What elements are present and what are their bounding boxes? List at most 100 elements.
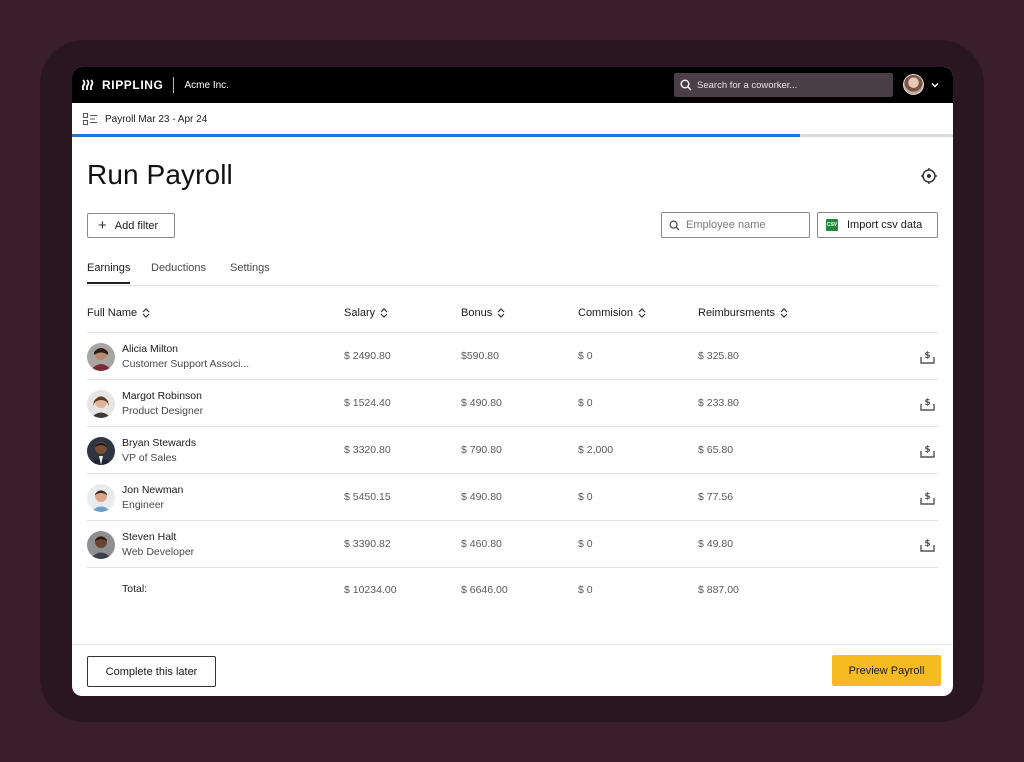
table-header: Full Name Salary Bonus Commision Reimbur…: [87, 305, 938, 333]
sort-icon: [780, 308, 788, 318]
payroll-subheader: Payroll Mar 23 - Apr 24: [72, 103, 953, 135]
csv-file-icon: CSV: [826, 219, 838, 231]
reimbursements-value: $ 65.80: [698, 444, 734, 456]
column-header-bonus[interactable]: Bonus: [461, 307, 505, 319]
payout-icon[interactable]: $: [920, 536, 935, 552]
tab-deductions[interactable]: Deductions: [151, 262, 206, 282]
chevron-down-icon[interactable]: [930, 80, 940, 90]
brand-name: RIPPLING: [102, 78, 164, 92]
sort-icon: [638, 308, 646, 318]
total-commission: $ 0: [578, 584, 593, 596]
employee-role: Web Developer: [122, 546, 195, 558]
tab-earnings[interactable]: Earnings: [87, 262, 131, 284]
employee-role: Engineer: [122, 499, 165, 511]
total-salary: $ 10234.00: [344, 584, 397, 596]
add-filter-button[interactable]: + Add filter: [87, 213, 175, 238]
table-row[interactable]: Alicia Milton Customer Support Associ...…: [87, 333, 938, 380]
total-reimbursements: $ 887.00: [698, 584, 739, 596]
employee-name: Jon Newman: [122, 484, 184, 496]
total-bonus: $ 6646.00: [461, 584, 508, 596]
column-header-full-name[interactable]: Full Name: [87, 307, 150, 319]
commission-value: $ 0: [578, 491, 593, 503]
payout-icon[interactable]: $: [920, 442, 935, 458]
svg-text:$: $: [924, 539, 930, 549]
reimbursements-value: $ 49.80: [698, 538, 734, 550]
employee-role: Product Designer: [122, 405, 204, 417]
import-csv-label: Import csv data: [847, 219, 923, 231]
complete-later-button[interactable]: Complete this later: [87, 656, 216, 687]
plus-icon: +: [98, 217, 107, 234]
salary-value: $ 1524.40: [344, 397, 391, 409]
search-icon: [680, 79, 692, 91]
employee-name: Margot Robinson: [122, 390, 202, 402]
logo-divider: [173, 77, 175, 93]
bonus-value: $590.80: [461, 350, 499, 362]
user-avatar[interactable]: [903, 74, 924, 95]
totals-row: Total: $ 10234.00 $ 6646.00 $ 0 $ 887.00: [87, 567, 938, 607]
app-window: RIPPLING Acme Inc. Payroll Mar 23 - Apr …: [72, 67, 953, 696]
payout-icon[interactable]: $: [920, 489, 935, 505]
svg-text:$: $: [924, 492, 930, 502]
payroll-progress-bar: [72, 134, 953, 137]
employee-name: Steven Halt: [122, 531, 177, 543]
column-header-label: Full Name: [87, 307, 138, 319]
payroll-progress-fill: [72, 134, 800, 137]
salary-value: $ 2490.80: [344, 350, 391, 362]
rippling-logo[interactable]: RIPPLING Acme Inc.: [82, 77, 229, 93]
avatar: [87, 390, 115, 418]
svg-text:$: $: [924, 445, 930, 455]
salary-value: $ 3320.80: [344, 444, 391, 456]
employee-search[interactable]: [661, 212, 810, 238]
company-name: Acme Inc.: [184, 79, 229, 91]
search-icon: [669, 220, 680, 231]
payout-icon[interactable]: $: [920, 395, 935, 411]
salary-value: $ 3390.82: [344, 538, 391, 550]
employee-name: Bryan Stewards: [122, 437, 197, 449]
column-header-label: Bonus: [461, 307, 493, 319]
employee-search-input[interactable]: [686, 219, 806, 231]
preview-payroll-button[interactable]: Preview Payroll: [832, 655, 941, 686]
payroll-period-label: Payroll Mar 23 - Apr 24: [105, 113, 208, 125]
employee-name: Alicia Milton: [122, 343, 179, 355]
employee-role: Customer Support Associ...: [122, 358, 250, 370]
commission-value: $ 2,000: [578, 444, 614, 456]
sort-icon: [380, 308, 388, 318]
coworker-search-input[interactable]: [697, 79, 887, 91]
bonus-value: $ 790.80: [461, 444, 502, 456]
column-header-salary[interactable]: Salary: [344, 307, 388, 319]
import-csv-button[interactable]: CSV Import csv data: [817, 212, 938, 238]
sort-icon: [497, 308, 505, 318]
commission-value: $ 0: [578, 350, 593, 362]
add-filter-label: Add filter: [114, 219, 159, 232]
column-header-label: Salary: [344, 307, 376, 319]
svg-text:$: $: [924, 351, 930, 361]
bonus-value: $ 490.80: [461, 491, 502, 503]
table-row[interactable]: Bryan Stewards VP of Sales $ 3320.80 $ 7…: [87, 427, 938, 474]
rippling-logo-icon: [82, 79, 94, 90]
footer-bar: Complete this later Preview Payroll: [72, 644, 953, 696]
table-row[interactable]: Jon Newman Engineer $ 5450.15 $ 490.80 $…: [87, 474, 938, 521]
table-row[interactable]: Steven Halt Web Developer $ 3390.82 $ 46…: [87, 521, 938, 568]
avatar: [87, 484, 115, 512]
column-header-commission[interactable]: Commision: [578, 307, 646, 319]
column-header-label: Commision: [578, 307, 634, 319]
avatar: [87, 343, 115, 371]
employee-role: VP of Sales: [122, 452, 177, 464]
reimbursements-value: $ 233.80: [698, 397, 739, 409]
payout-icon[interactable]: $: [920, 348, 935, 364]
payroll-tabs: Earnings Deductions Settings: [87, 262, 938, 286]
coworker-search[interactable]: [674, 73, 893, 97]
bonus-value: $ 490.80: [461, 397, 502, 409]
column-header-label: Reimbursments: [698, 307, 776, 319]
list-icon[interactable]: [83, 113, 97, 125]
sort-icon: [142, 308, 150, 318]
tab-settings[interactable]: Settings: [230, 262, 270, 282]
gear-icon[interactable]: [920, 167, 938, 185]
page-title: Run Payroll: [87, 159, 233, 190]
commission-value: $ 0: [578, 397, 593, 409]
avatar: [87, 437, 115, 465]
table-row[interactable]: Margot Robinson Product Designer $ 1524.…: [87, 380, 938, 427]
top-nav-bar: RIPPLING Acme Inc.: [72, 67, 953, 103]
column-header-reimbursements[interactable]: Reimbursments: [698, 307, 788, 319]
avatar: [87, 531, 115, 559]
